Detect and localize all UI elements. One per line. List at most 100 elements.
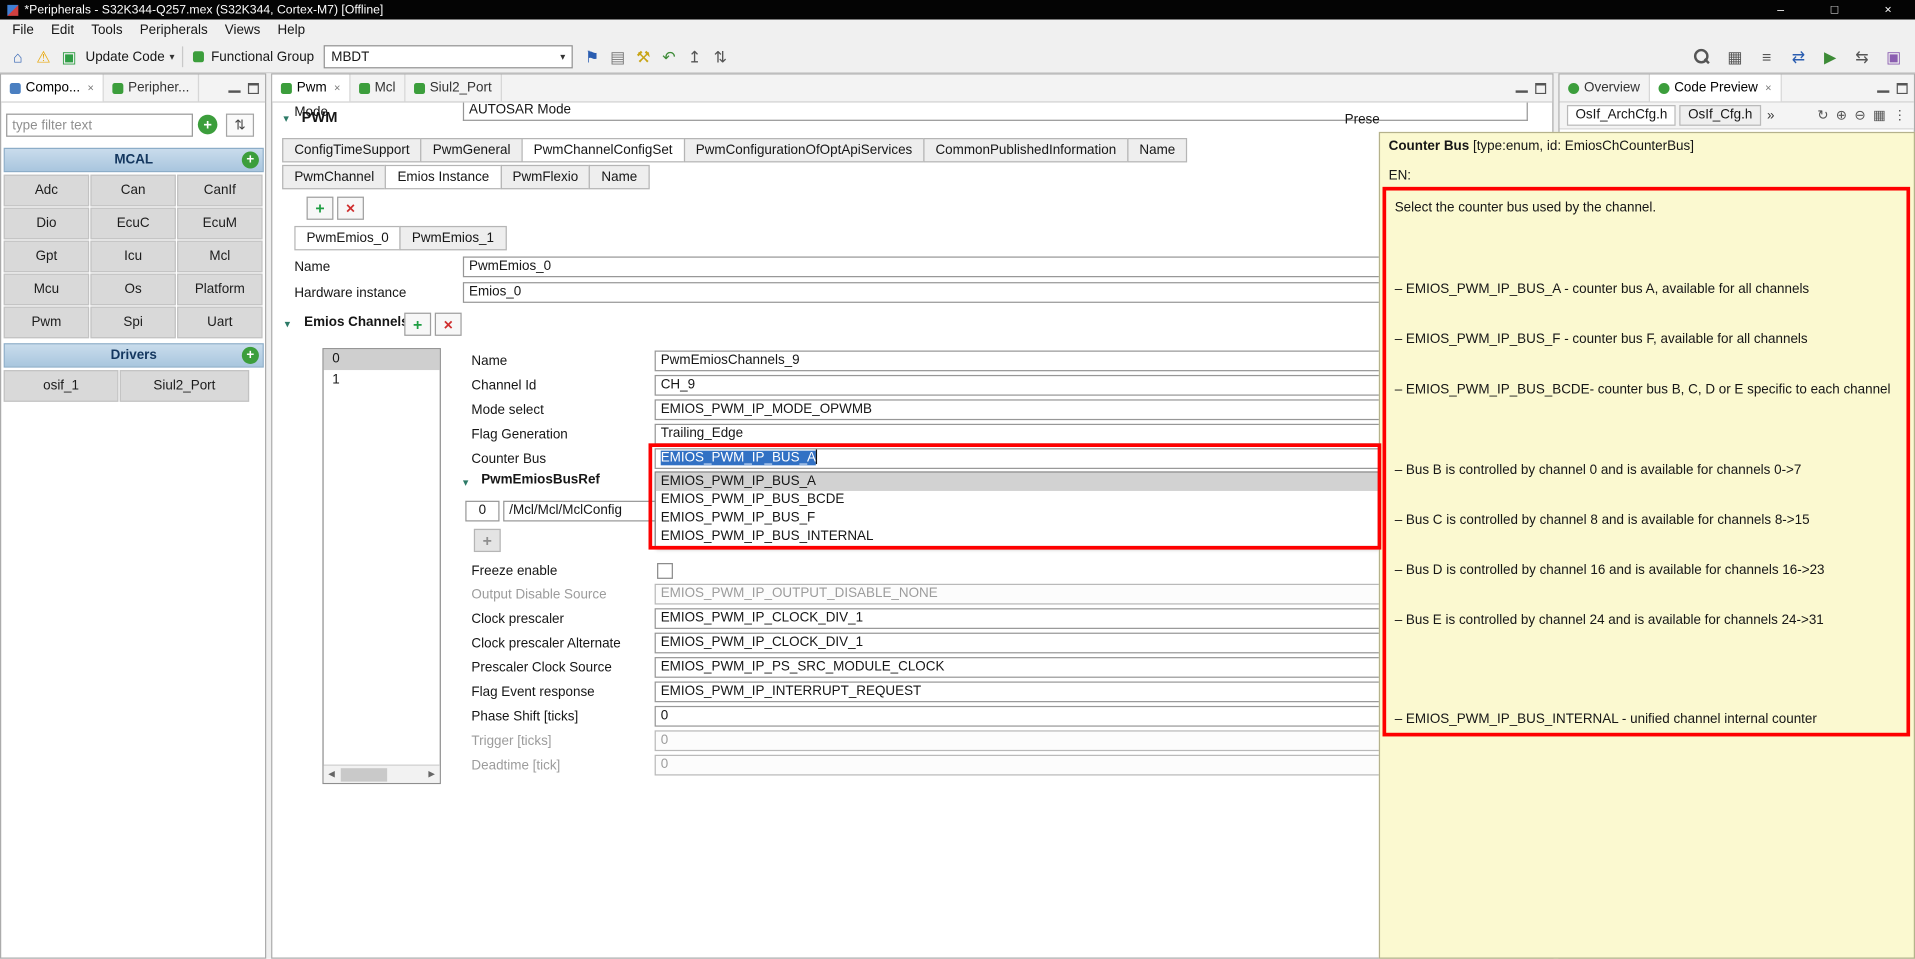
dropdown-option-bus-f[interactable]: EMIOS_PWM_IP_BUS_F: [656, 509, 1378, 527]
mcal-item-uart[interactable]: Uart: [177, 306, 263, 339]
dropdown-option-bus-a[interactable]: EMIOS_PWM_IP_BUS_A: [655, 472, 1378, 491]
maximize-button[interactable]: □: [1808, 0, 1862, 20]
dropdown-option-bus-internal[interactable]: EMIOS_PWM_IP_BUS_INTERNAL: [656, 528, 1378, 546]
driver-item-osif[interactable]: osif_1: [3, 370, 119, 402]
update-code-icon[interactable]: ▣: [57, 45, 80, 69]
mcal-item-spi[interactable]: Spi: [90, 306, 176, 339]
tab-overview[interactable]: Overview: [1560, 74, 1650, 102]
zoom-out-icon[interactable]: ⊖: [1854, 107, 1865, 124]
run-icon[interactable]: ▶: [1819, 45, 1842, 69]
tab-pwm[interactable]: Pwm ×: [272, 74, 351, 102]
mcal-item-canif[interactable]: CanIf: [177, 174, 263, 207]
tab-overflow-icon[interactable]: »: [1765, 108, 1777, 123]
remove-instance-button[interactable]: ×: [337, 196, 364, 220]
tab-commonpublishedinformation[interactable]: CommonPublishedInformation: [923, 138, 1129, 163]
palette-icon[interactable]: ▣: [1882, 45, 1905, 69]
close-tab-icon[interactable]: ×: [87, 82, 93, 94]
file-tab-archcfg[interactable]: OsIf_ArchCfg.h: [1566, 105, 1676, 126]
tab-pwmemios-1[interactable]: PwmEmios_1: [399, 225, 507, 251]
mcal-item-icu[interactable]: Icu: [90, 240, 176, 273]
pwm-section-chevron-icon[interactable]: ▾: [283, 112, 289, 125]
driver-item-siul2-port[interactable]: Siul2_Port: [119, 370, 250, 402]
tab-mcl[interactable]: Mcl: [350, 74, 406, 102]
swap-icon[interactable]: ⇄: [1787, 45, 1810, 69]
tools-icon[interactable]: ⚒: [632, 45, 655, 69]
maximize-view-icon[interactable]: [1535, 82, 1547, 94]
tab-pwmchannel[interactable]: PwmChannel: [282, 164, 387, 190]
combo-caret-icon[interactable]: ▾: [554, 51, 572, 62]
scroll-left-icon[interactable]: ◀: [324, 769, 340, 780]
list-icon[interactable]: ≡: [1755, 45, 1778, 69]
tab-name[interactable]: Name: [1127, 138, 1188, 163]
columns-icon[interactable]: ▦: [1873, 107, 1886, 124]
busref-section-chevron-icon[interactable]: ▾: [463, 476, 469, 489]
tab-pwmchannelconfigset[interactable]: PwmChannelConfigSet: [521, 138, 685, 163]
add-channel-button[interactable]: +: [404, 312, 432, 336]
mcal-item-mcl[interactable]: Mcl: [177, 240, 263, 273]
minimize-view-icon[interactable]: [1515, 83, 1528, 93]
mcal-item-ecum[interactable]: EcuM: [177, 207, 263, 240]
menu-edit[interactable]: Edit: [42, 20, 82, 42]
update-code-caret-icon[interactable]: ▾: [170, 51, 175, 62]
refresh-icon[interactable]: ↻: [1817, 107, 1828, 124]
mcal-item-pwm[interactable]: Pwm: [3, 306, 90, 339]
file-tab-cfg[interactable]: OsIf_Cfg.h: [1679, 105, 1761, 126]
hardware-instance-input[interactable]: Emios_0: [462, 282, 1528, 303]
channel-row-0[interactable]: 0: [323, 349, 440, 371]
tab-siul2-port[interactable]: Siul2_Port: [405, 74, 502, 102]
tab-pwmgeneral[interactable]: PwmGeneral: [420, 138, 523, 163]
mcal-item-gpt[interactable]: Gpt: [3, 240, 90, 273]
busref-index-cell[interactable]: 0: [465, 500, 500, 522]
mcal-item-platform[interactable]: Platform: [177, 273, 263, 306]
add-component-button[interactable]: +: [197, 114, 218, 135]
dropdown-option-bus-bcde[interactable]: EMIOS_PWM_IP_BUS_BCDE: [656, 491, 1378, 509]
grid-perspective-icon[interactable]: ▦: [1723, 45, 1746, 69]
minimize-view-icon[interactable]: [228, 83, 241, 93]
tab-pwmflexio[interactable]: PwmFlexio: [500, 164, 591, 190]
scroll-right-icon[interactable]: ▶: [424, 769, 440, 780]
home-icon[interactable]: ⌂: [6, 45, 29, 69]
close-tab-icon[interactable]: ×: [1765, 82, 1771, 94]
channels-section-chevron-icon[interactable]: ▾: [285, 318, 291, 331]
minimize-button[interactable]: –: [1754, 0, 1808, 20]
tab-code-preview[interactable]: Code Preview ×: [1649, 74, 1782, 102]
warning-icon[interactable]: ⚠: [32, 45, 55, 69]
instance-name-input[interactable]: PwmEmios_0: [462, 256, 1528, 278]
mcal-item-mcu[interactable]: Mcu: [3, 273, 90, 306]
filter-input[interactable]: [6, 113, 193, 137]
mcal-item-adc[interactable]: Adc: [3, 174, 90, 207]
minimize-view-icon[interactable]: [1877, 83, 1890, 93]
tab-configtimesupport[interactable]: ConfigTimeSupport: [282, 138, 422, 163]
menu-file[interactable]: File: [4, 20, 43, 42]
scrollbar-thumb[interactable]: [340, 767, 388, 782]
undo-icon[interactable]: ↶: [657, 45, 680, 69]
mcal-item-dio[interactable]: Dio: [3, 207, 90, 240]
tab-emios-instance[interactable]: Emios Instance: [385, 164, 502, 190]
sort-components-button[interactable]: ⇅: [225, 113, 255, 137]
mcal-item-os[interactable]: Os: [90, 273, 176, 306]
export-icon[interactable]: ↥: [683, 45, 706, 69]
menu-help[interactable]: Help: [269, 20, 314, 42]
menu-views[interactable]: Views: [216, 20, 269, 42]
add-mcal-button[interactable]: +: [241, 151, 259, 169]
report-icon[interactable]: ▤: [606, 45, 629, 69]
functional-group-select[interactable]: MBDT ▾: [323, 45, 574, 69]
maximize-view-icon[interactable]: [247, 82, 259, 94]
sort-icon[interactable]: ⇅: [709, 45, 732, 69]
sync-icon[interactable]: ⇆: [1850, 45, 1873, 69]
channel-row-1[interactable]: 1: [324, 370, 440, 391]
more-options-icon[interactable]: ⋮: [1893, 107, 1906, 124]
freeze-enable-checkbox[interactable]: [657, 563, 673, 579]
add-instance-button[interactable]: +: [306, 196, 334, 220]
add-busref-button[interactable]: +: [473, 528, 501, 553]
maximize-view-icon[interactable]: [1896, 82, 1908, 94]
menu-peripherals[interactable]: Peripherals: [131, 20, 216, 42]
update-code-button[interactable]: Update Code: [83, 49, 167, 64]
search-icon[interactable]: [1693, 48, 1710, 65]
tab-pwmemios-0[interactable]: PwmEmios_0: [294, 225, 401, 251]
tab-name2[interactable]: Name: [589, 164, 650, 190]
channel-list-scrollbar[interactable]: ◀ ▶: [323, 764, 440, 783]
tab-pwmconfigurationofoptapiservices[interactable]: PwmConfigurationOfOptApiServices: [683, 138, 925, 163]
tab-components[interactable]: Compo... ×: [1, 74, 104, 102]
close-button[interactable]: ×: [1861, 0, 1915, 20]
